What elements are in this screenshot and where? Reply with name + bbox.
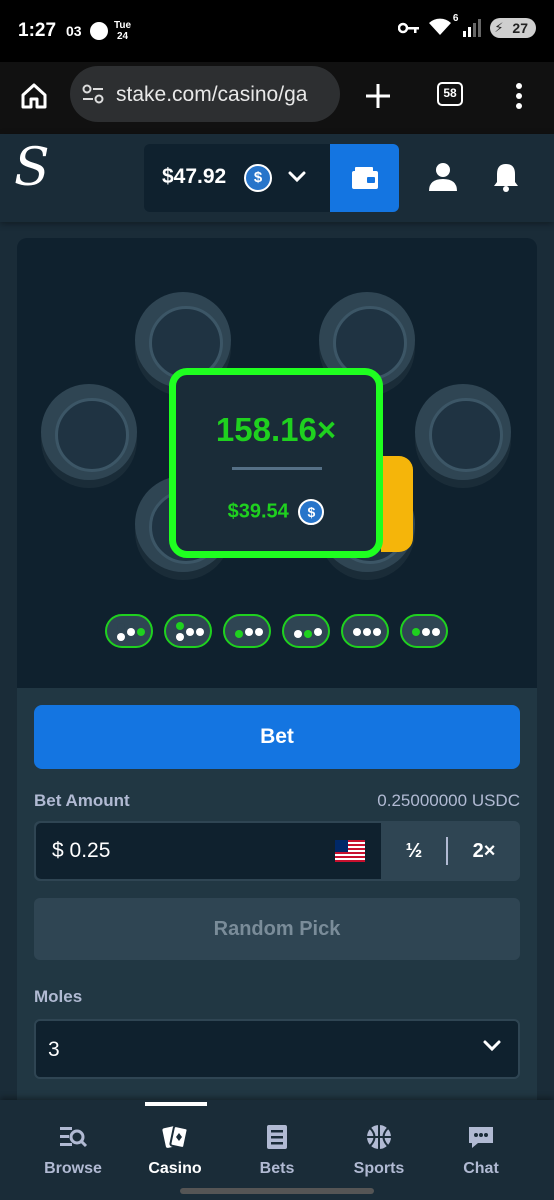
- history-pill: [341, 614, 389, 648]
- currency-symbol: $: [52, 839, 64, 862]
- clock: 1:27: [18, 20, 57, 41]
- payout-amount: $39.54: [227, 500, 289, 523]
- win-multiplier: 158.16×: [215, 411, 337, 448]
- tab-switcher-button[interactable]: 58: [437, 82, 463, 106]
- nav-label: Browse: [44, 1160, 102, 1177]
- wallet-icon: [352, 167, 378, 189]
- casino-cards-icon: [162, 1125, 189, 1149]
- random-pick-button[interactable]: Random Pick: [34, 898, 520, 960]
- divider: [232, 467, 322, 470]
- signal-icon: [463, 19, 482, 37]
- bet-amount-value: 0.25: [69, 839, 111, 862]
- site-settings-icon[interactable]: [82, 84, 104, 104]
- moles-value: 3: [48, 1038, 60, 1061]
- nav-label: Chat: [463, 1160, 499, 1177]
- address-bar[interactable]: stake.com/casino/ga: [70, 66, 340, 122]
- app-notification-icon: [90, 22, 108, 40]
- chat-bubble-icon: [469, 1127, 493, 1148]
- mole-peek: [381, 456, 413, 552]
- more-menu-icon[interactable]: [514, 82, 524, 110]
- bet-button[interactable]: Bet: [34, 705, 520, 769]
- stake-logo[interactable]: S: [14, 138, 50, 198]
- date-indicator: Tue 24: [114, 20, 131, 42]
- history-pill: [223, 614, 271, 648]
- battery-indicator: ⚡ 27: [490, 18, 536, 38]
- nav-chat[interactable]: Chat: [426, 1100, 536, 1186]
- history-pill: [400, 614, 448, 648]
- bottom-navigation: Browse Casino Bets Sports Chat: [0, 1100, 554, 1200]
- half-bet-button[interactable]: ½: [382, 821, 446, 881]
- notifications-bell-icon[interactable]: [492, 162, 520, 192]
- game-board: 158.16× $39.54 $: [17, 238, 537, 688]
- nav-label: Bets: [259, 1160, 295, 1177]
- bet-amount-text: $ 0.25: [52, 839, 110, 863]
- nav-bets[interactable]: Bets: [222, 1100, 332, 1186]
- nav-browse[interactable]: Browse: [18, 1100, 128, 1186]
- notification-count: 03: [66, 23, 82, 39]
- wifi-badge: 6: [452, 13, 459, 24]
- win-payout: $39.54 $: [176, 499, 376, 525]
- day-number: 24: [116, 31, 129, 42]
- basketball-icon: [367, 1125, 391, 1149]
- mole-hole[interactable]: [41, 384, 137, 480]
- moles-select[interactable]: 3: [34, 1019, 520, 1079]
- browser-toolbar: stake.com/casino/ga 58: [0, 62, 554, 134]
- nav-casino[interactable]: Casino: [120, 1100, 230, 1186]
- bets-list-icon: [267, 1125, 287, 1149]
- nav-sports[interactable]: Sports: [324, 1100, 434, 1186]
- round-history: [105, 614, 448, 648]
- wallet-button[interactable]: [330, 144, 399, 212]
- chevron-down-icon: [288, 171, 306, 183]
- nav-label: Sports: [353, 1160, 405, 1177]
- double-bet-button[interactable]: 2×: [448, 821, 520, 881]
- user-profile-icon[interactable]: [428, 162, 458, 192]
- history-pill: [164, 614, 212, 648]
- new-tab-icon[interactable]: [364, 82, 392, 110]
- bet-controls-panel: Bet Bet Amount 0.25000000 USDC $ 0.25 ½ …: [17, 688, 537, 1100]
- usdc-coin-icon: $: [298, 499, 325, 525]
- site-header: S $47.92 $: [0, 134, 554, 222]
- moles-label: Moles: [34, 987, 83, 1006]
- history-pill: [105, 614, 153, 648]
- status-bar: 1:27 03 Tue 24 6 ⚡ 27: [0, 0, 554, 62]
- history-pill: [282, 614, 330, 648]
- battery-level: 27: [512, 20, 528, 36]
- bet-amount-group: $ 0.25 ½ 2×: [34, 821, 520, 881]
- day-name: Tue: [114, 20, 132, 31]
- browse-icon: [60, 1127, 88, 1148]
- chevron-down-icon: [483, 1040, 501, 1052]
- nav-label: Casino: [148, 1160, 202, 1177]
- bet-amount-label: Bet Amount: [34, 791, 130, 810]
- key-icon: [398, 22, 420, 34]
- mole-hole[interactable]: [415, 384, 511, 480]
- us-flag-icon: [335, 840, 365, 862]
- gesture-home-indicator[interactable]: [180, 1188, 374, 1194]
- bet-amount-input[interactable]: $ 0.25: [36, 823, 381, 879]
- win-result-card: 158.16× $39.54 $: [169, 368, 383, 558]
- bet-amount-crypto: 0.25000000 USDC: [377, 791, 520, 810]
- balance-selector[interactable]: $47.92 $: [144, 144, 330, 212]
- balance-amount: $47.92: [162, 165, 227, 188]
- usdc-coin-icon: $: [244, 164, 272, 192]
- wifi-icon: 6: [428, 13, 458, 38]
- home-icon[interactable]: [20, 82, 48, 110]
- charging-icon: ⚡: [494, 20, 504, 35]
- url-text[interactable]: stake.com/casino/ga: [116, 83, 338, 107]
